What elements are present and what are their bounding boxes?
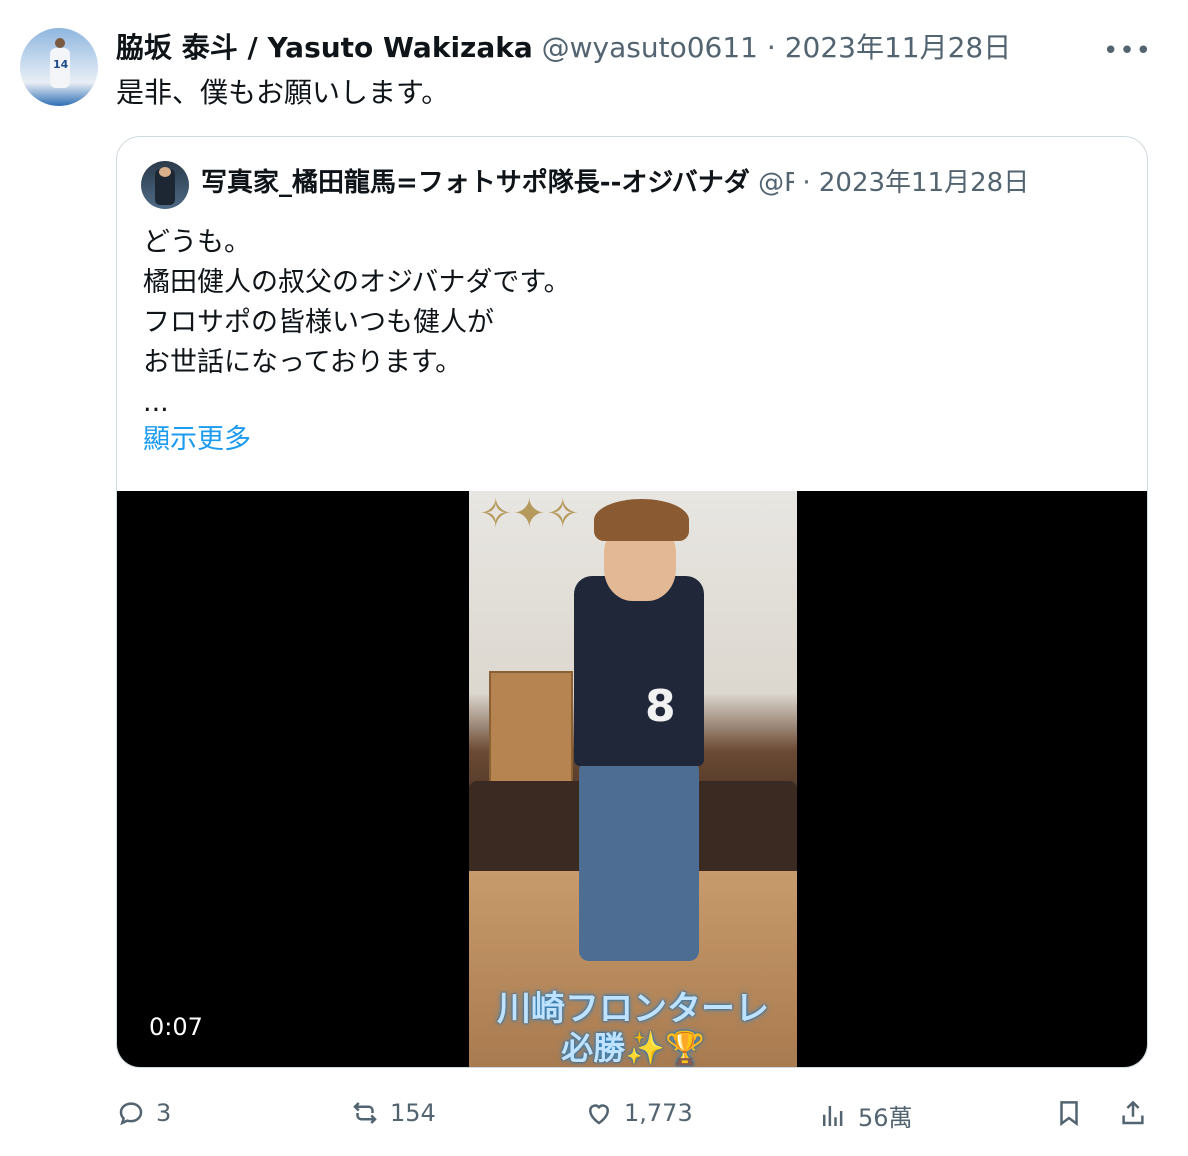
retweet-icon	[353, 1102, 377, 1124]
show-more-link[interactable]: 顯示更多	[143, 417, 251, 456]
more-options-icon[interactable]: •••	[1103, 36, 1152, 66]
heart-icon	[588, 1104, 610, 1125]
quoted-tweet-date: 2023年11月28日	[818, 168, 1030, 198]
views-count: 56萬	[858, 1104, 913, 1132]
reply-icon	[119, 1102, 143, 1126]
author-name[interactable]: 脇坂 泰斗 / Yasuto Wakizaka	[116, 31, 533, 64]
quoted-tweet-header: 写真家_橘田龍馬=フォトサポ隊長--オジバナダ @R · 2023年11月28日	[201, 165, 1131, 201]
retweet-button[interactable]: 154	[350, 1098, 436, 1128]
reply-button[interactable]: 3	[116, 1098, 171, 1128]
tweet-text: 是非、僕もお願いします。	[116, 76, 450, 109]
share-icon	[1122, 1100, 1144, 1125]
share-button[interactable]	[1118, 1098, 1158, 1128]
views-chart-icon	[823, 1105, 843, 1126]
quoted-author-name: 写真家_橘田龍馬=フォトサポ隊長--オジバナダ	[201, 168, 750, 198]
person-legs	[579, 761, 699, 961]
header-separator: ·	[758, 31, 785, 64]
tweet-date[interactable]: 2023年11月28日	[785, 31, 1012, 64]
quoted-tweet-text: どうも。 橘田健人の叔父のオジバナダです。 フロサポの皆様いつも健人が お世話に…	[143, 223, 571, 423]
quoted-line: どうも。	[143, 227, 251, 258]
person-body	[574, 576, 704, 766]
quoted-separator: ·	[794, 168, 819, 198]
author-avatar[interactable]: 14	[20, 28, 98, 106]
quoted-tweet[interactable]: 写真家_橘田龍馬=フォトサポ隊長--オジバナダ @R · 2023年11月28日…	[116, 136, 1148, 1068]
video-frame: ✧✦✧ 8 川崎フロンターレ 必勝✨🏆	[469, 491, 797, 1067]
quoted-author-avatar	[141, 161, 189, 209]
video-caption-line2: 必勝✨🏆	[561, 1029, 705, 1067]
jersey-number: 8	[645, 681, 676, 732]
author-handle[interactable]: @wyasuto0611	[542, 31, 758, 64]
retweet-count: 154	[390, 1099, 436, 1127]
quoted-line: フロサポの皆様いつも健人が	[143, 307, 494, 338]
video-timestamp: 0:07	[149, 1013, 203, 1041]
quoted-line: お世話になっております。	[143, 347, 463, 378]
video-player[interactable]: ✧✦✧ 8 川崎フロンターレ 必勝✨🏆 0:07	[117, 491, 1147, 1067]
like-button[interactable]: 1,773	[584, 1098, 693, 1128]
tweet-header: 脇坂 泰斗 / Yasuto Wakizaka @wyasuto0611 · 2…	[116, 30, 1011, 66]
chandelier-decoration: ✧✦✧	[479, 491, 580, 537]
action-bar: 3 154 1,773 56萬	[0, 1090, 1188, 1150]
quoted-line: 橘田健人の叔父のオジバナダです。	[143, 267, 571, 298]
like-count: 1,773	[624, 1099, 693, 1127]
reply-count: 3	[156, 1099, 172, 1127]
bookmark-button[interactable]	[1054, 1098, 1094, 1128]
avatar-number: 14	[53, 58, 69, 71]
quoted-author-handle: @R	[758, 168, 794, 198]
views-button[interactable]: 56萬	[818, 1098, 913, 1133]
person-cap	[594, 499, 689, 541]
bookmark-icon	[1060, 1101, 1078, 1127]
